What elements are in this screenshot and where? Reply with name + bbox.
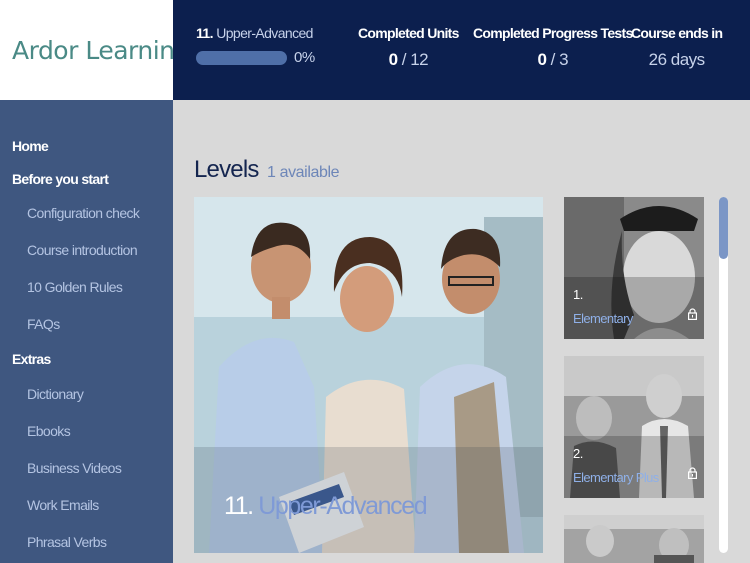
sidebar-item-configuration-check[interactable]: Configuration check (27, 205, 140, 221)
brand-name: Ardor Learning (12, 35, 190, 65)
completed-tests-separator: / (546, 50, 560, 69)
sidebar-item-ebooks[interactable]: Ebooks (27, 423, 71, 439)
completed-units-stat: Completed Units 0 / 12 (358, 25, 459, 70)
completed-units-label: Completed Units (358, 25, 459, 41)
levels-scrollbar-thumb[interactable] (719, 197, 728, 259)
sidebar-item-course-introduction[interactable]: Course introduction (27, 242, 138, 258)
course-ends-stat: Course ends in 26 days (631, 25, 723, 70)
featured-level-caption: 11. Upper-Advanced (224, 492, 428, 521)
completed-tests-stat: Completed Progress Tests 0 / 3 (473, 25, 633, 70)
level-thumbnail-elementary-plus-number: 2. (573, 446, 583, 461)
sidebar-item-golden-rules[interactable]: 10 Golden Rules (27, 279, 123, 295)
sidebar-item-dictionary[interactable]: Dictionary (27, 386, 84, 402)
level-thumbnail-elementary-plus-name: Elementary Plus (573, 470, 659, 485)
sidebar-item-home[interactable]: Home (12, 138, 49, 154)
level-thumbnail-next[interactable] (564, 515, 704, 563)
sidebar-section-extras[interactable]: Extras (12, 351, 51, 367)
sidebar-item-business-videos[interactable]: Business Videos (27, 460, 122, 476)
sidebar-nav: Home Before you start Configuration chec… (0, 100, 173, 563)
logo[interactable]: Ardor Learning (0, 0, 190, 100)
lock-icon (688, 467, 697, 479)
main-content: Levels 1 available 11. Upper-Advanced 1.… (173, 100, 750, 563)
featured-level-number: 11. (224, 492, 254, 520)
levels-title: Levels (194, 156, 259, 183)
levels-count: 1 available (267, 164, 340, 181)
current-level-number: 11. (196, 25, 213, 41)
featured-level-name: Upper-Advanced (258, 492, 427, 520)
levels-heading: Levels 1 available (194, 156, 340, 184)
sidebar-section-before-you-start[interactable]: Before you start (12, 171, 109, 187)
current-level-name: Upper-Advanced (216, 25, 313, 41)
course-header: 11. Upper-Advanced 0% Completed Units 0 … (173, 0, 750, 100)
completed-units-separator: / (397, 50, 411, 69)
completed-tests-label: Completed Progress Tests (473, 25, 633, 41)
completed-units-total: 12 (410, 50, 429, 69)
level-thumbnail-elementary-number: 1. (573, 287, 583, 302)
sidebar-item-work-emails[interactable]: Work Emails (27, 497, 99, 513)
course-progress-percent: 0% (294, 49, 315, 66)
level-thumbnail-elementary-plus[interactable]: 2. Elementary Plus (564, 356, 704, 498)
completed-units-current: 0 (388, 50, 398, 69)
completed-tests-value: 0 / 3 (473, 50, 633, 70)
level-thumbnail-next-photo (564, 515, 704, 563)
current-level: 11. Upper-Advanced (196, 25, 313, 41)
sidebar-item-faqs[interactable]: FAQs (27, 316, 60, 332)
level-thumbnail-elementary-name: Elementary (573, 311, 633, 326)
course-progress-bar (196, 51, 287, 65)
sidebar-item-phrasal-verbs[interactable]: Phrasal Verbs (27, 534, 107, 550)
course-ends-value: 26 days (648, 50, 706, 69)
lock-icon (688, 308, 697, 320)
completed-tests-total: 3 (559, 50, 569, 69)
level-thumbnail-elementary[interactable]: 1. Elementary (564, 197, 704, 339)
featured-level-card[interactable]: 11. Upper-Advanced (194, 197, 543, 553)
course-ends-label: Course ends in (631, 25, 723, 41)
completed-units-value: 0 / 12 (358, 50, 459, 70)
